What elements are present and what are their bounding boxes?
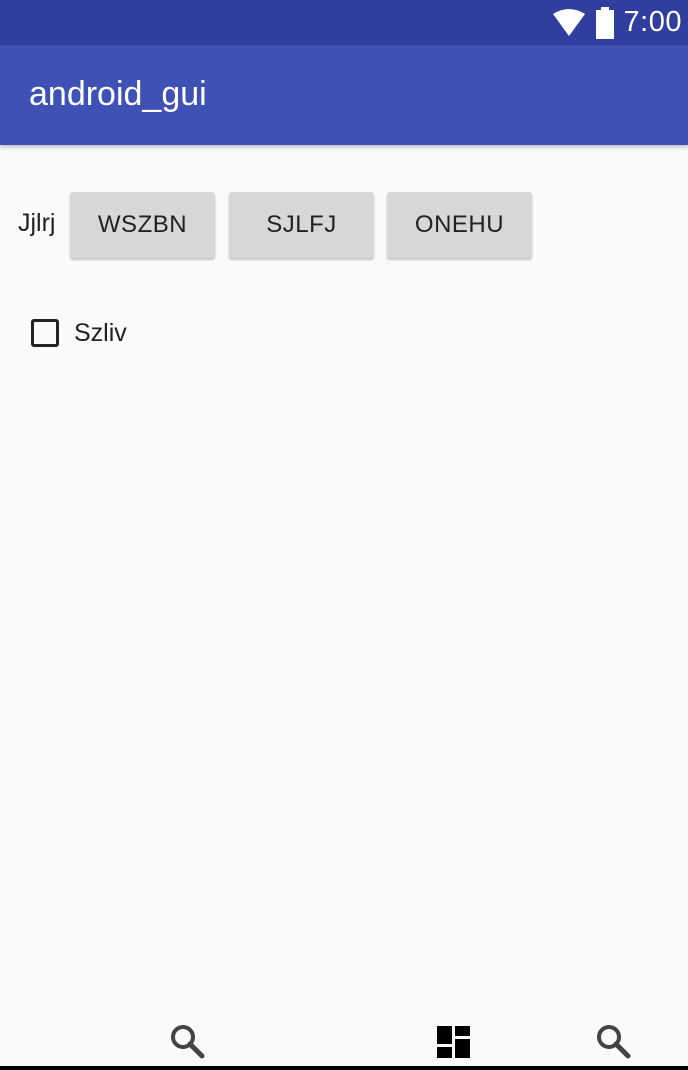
status-bar: 7:00	[0, 0, 688, 45]
search-icon[interactable]	[168, 1022, 208, 1062]
battery-icon	[595, 6, 614, 39]
app-bar: android_gui	[0, 45, 688, 145]
wszbn-button[interactable]: WSZBN	[70, 192, 215, 258]
bottom-nav	[0, 1022, 688, 1066]
wifi-icon	[552, 8, 585, 36]
app-title: android_gui	[29, 75, 207, 113]
sjlfj-button[interactable]: SJLFJ	[229, 192, 374, 258]
checkbox-label: Szliv	[74, 318, 127, 347]
row-label: Jjlrj	[18, 209, 56, 237]
status-time: 7:00	[623, 6, 682, 38]
checkbox-szliv[interactable]: Szliv	[30, 315, 127, 351]
search-icon[interactable]	[594, 1022, 634, 1062]
status-icons: 7:00	[552, 0, 682, 45]
screen: 7:00 android_gui Jjlrj WSZBN SJLFJ ONEHU…	[0, 0, 688, 1070]
button-row: Jjlrj WSZBN SJLFJ ONEHU	[0, 192, 688, 258]
dashboard-icon[interactable]	[435, 1022, 475, 1062]
checkbox-box[interactable]	[31, 319, 59, 347]
onehu-button[interactable]: ONEHU	[387, 192, 532, 258]
bottom-edge-bar	[0, 1066, 688, 1070]
